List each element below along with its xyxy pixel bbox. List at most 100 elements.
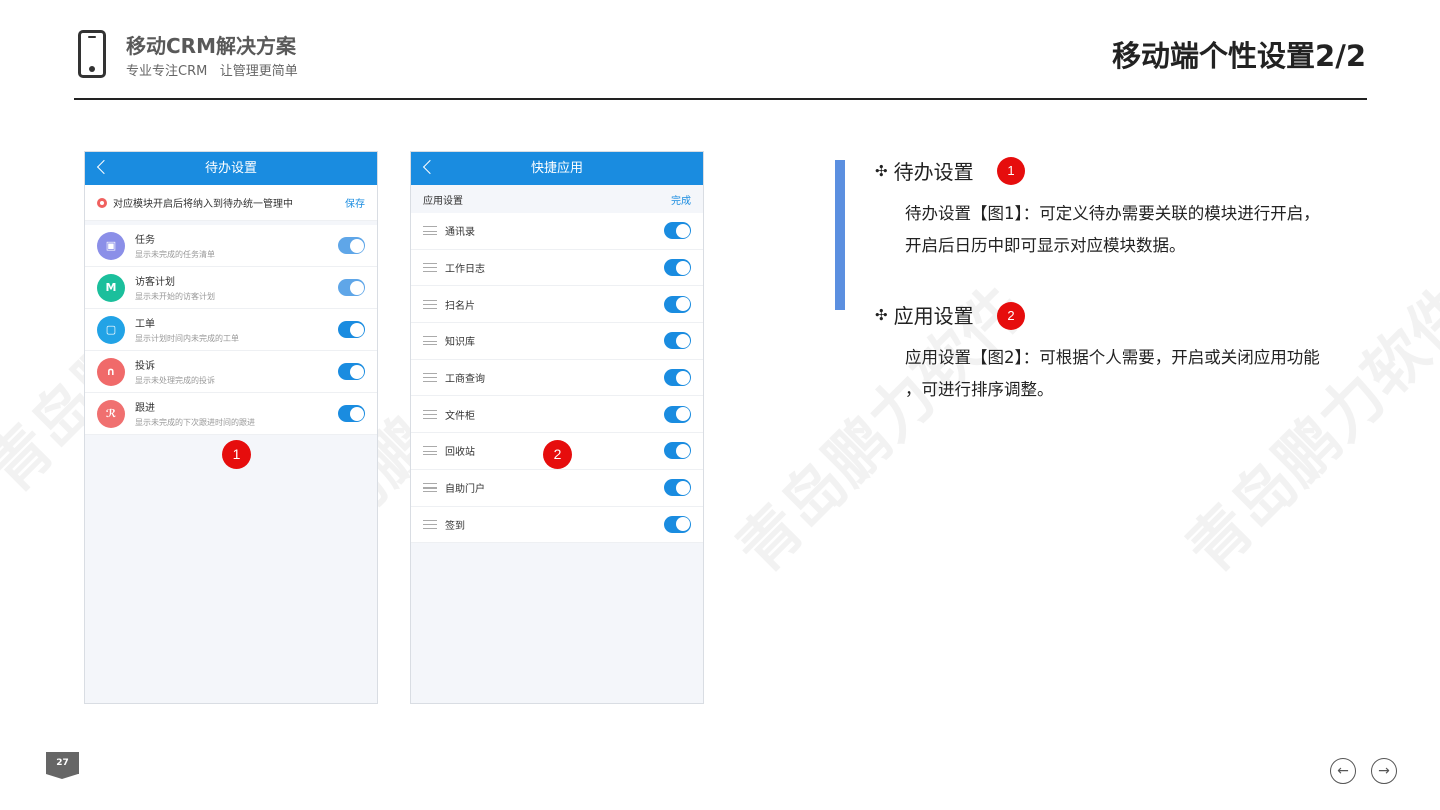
header-divider (74, 98, 1367, 100)
task-description: 显示未开始的访客计划 (135, 292, 215, 301)
drag-handle-icon[interactable] (423, 226, 437, 236)
app-name: 工商查询 (445, 374, 485, 386)
section-label: 应用设置 (423, 195, 463, 207)
module-toggle[interactable] (338, 363, 365, 380)
app-toggle[interactable] (664, 369, 691, 387)
app-toggle[interactable] (664, 259, 691, 277)
task-row: M 访客计划显示未开始的访客计划 (85, 267, 377, 309)
app-name: 工作日志 (445, 264, 485, 276)
task-list: ▣ 任务显示未完成的任务清单 M 访客计划显示未开始的访客计划 ▢ 工单显示计划时间内未完… (85, 225, 377, 435)
module-toggle[interactable] (338, 237, 365, 254)
app-toggle[interactable] (664, 515, 691, 533)
app-row: 文件柜 (411, 396, 703, 434)
task-name: 跟进 (135, 403, 155, 414)
runner-icon: ℛ (97, 399, 125, 428)
app-name: 知识库 (445, 337, 475, 349)
task-description: 显示未完成的任务清单 (135, 250, 215, 259)
body-line: 待办设置【图1】：可定义待办需要关联的模块进行开启， (905, 204, 1320, 223)
task-name: 访客计划 (135, 277, 175, 288)
drag-handle-icon[interactable] (423, 263, 437, 273)
quick-apps-screen: 快捷应用 应用设置 完成 通讯录 工作日志 扫名片 知识库 工商查询 文件柜 回收站 自助门户… (410, 151, 704, 704)
task-description: 显示未完成的下次跟进时间的跟进 (135, 418, 255, 427)
drag-handle-icon[interactable] (423, 373, 437, 383)
app-row: 通讯录 (411, 213, 703, 250)
section-badge-2: 2 (997, 302, 1025, 330)
back-icon[interactable] (422, 159, 438, 175)
todo-settings-screen: 待办设置 对应模块开启后将纳入到待办统一管理中 保存 ▣ 任务 显示未完成的任务清单… (84, 151, 378, 704)
app-row: 工商查询 (411, 359, 703, 397)
module-toggle[interactable] (338, 321, 365, 338)
brand-title: 移动CRM解决方案 (126, 34, 296, 58)
watermark: 青岛鹏力软件 (1172, 271, 1440, 587)
task-row: ▢ 工单显示计划时间内未完成的工单 (85, 309, 377, 351)
notice-bar: 对应模块开启后将纳入到待办统一管理中 保存 (85, 185, 377, 221)
four-arrows-icon: ✣ (875, 161, 888, 180)
section-title-text: 待办设置 (893, 160, 974, 184)
app-row: 扫名片 (411, 286, 703, 324)
app-list: 通讯录 工作日志 扫名片 知识库 工商查询 文件柜 回收站 自助门户 签到 (411, 213, 703, 544)
arrow-right-icon: → (1378, 763, 1390, 779)
arrow-left-icon: ← (1337, 763, 1349, 779)
app-toggle[interactable] (664, 442, 691, 460)
section-title-todo: ✣ 待办设置 (875, 156, 974, 185)
section-header: 应用设置 完成 (411, 185, 703, 213)
app-row: 知识库 (411, 323, 703, 360)
app-name: 通讯录 (445, 227, 475, 239)
drag-handle-icon[interactable] (423, 409, 437, 419)
phone-logo-icon (78, 30, 106, 78)
app-toggle[interactable] (664, 479, 691, 497)
page-number: 27 (46, 752, 79, 779)
task-row: ▣ 任务显示未完成的任务清单 (85, 225, 377, 267)
brand-subtitle: 专业专注CRM 让管理更简单 (126, 64, 298, 79)
prev-page-button[interactable]: ← (1330, 758, 1356, 784)
app-row: 自助门户 (411, 469, 703, 507)
app-name: 文件柜 (445, 410, 475, 422)
drag-handle-icon[interactable] (423, 446, 437, 456)
drag-handle-icon[interactable] (423, 336, 437, 346)
section-title-apps: ✣ 应用设置 (875, 300, 974, 329)
app-name: 自助门户 (445, 484, 485, 496)
section-body-todo: 待办设置【图1】：可定义待办需要关联的模块进行开启， 开启后日历中即可显示对应模… (905, 198, 1375, 262)
app-toggle[interactable] (664, 295, 691, 313)
app-row: 工作日志 (411, 249, 703, 287)
app-row: 签到 (411, 506, 703, 544)
next-page-button[interactable]: → (1371, 758, 1397, 784)
app-toggle[interactable] (664, 332, 691, 350)
figure-badge-1: 1 (222, 440, 251, 469)
screen-title: 快捷应用 (530, 161, 583, 176)
back-icon[interactable] (96, 159, 112, 175)
task-description: 显示计划时间内未完成的工单 (135, 334, 239, 343)
accent-bar (835, 160, 845, 310)
section-title-text: 应用设置 (893, 304, 974, 328)
app-name: 签到 (445, 520, 465, 532)
section-badge-1: 1 (997, 157, 1025, 185)
drag-handle-icon[interactable] (423, 519, 437, 529)
headset-icon: ∩ (97, 357, 125, 386)
app-toggle[interactable] (664, 405, 691, 423)
save-button[interactable]: 保存 (345, 195, 365, 210)
task-row: ℛ 跟进显示未完成的下次跟进时间的跟进 (85, 393, 377, 435)
app-toggle[interactable] (664, 222, 691, 240)
drag-handle-icon[interactable] (423, 483, 437, 493)
module-toggle[interactable] (338, 405, 365, 422)
task-name: 工单 (135, 319, 155, 330)
done-button[interactable]: 完成 (671, 192, 691, 207)
ticket-icon: ▢ (97, 315, 125, 344)
visitor-icon: M (97, 273, 125, 302)
task-description: 显示未处理完成的投诉 (135, 376, 215, 385)
four-arrows-icon: ✣ (875, 305, 888, 324)
body-line: 开启后日历中即可显示对应模块数据。 (905, 236, 1186, 255)
module-toggle[interactable] (338, 279, 365, 296)
app-name: 扫名片 (445, 300, 475, 312)
task-name: 任务 (135, 235, 155, 246)
body-line: 应用设置【图2】：可根据个人需要，开启或关闭应用功能 (905, 348, 1320, 367)
screen-header: 快捷应用 (411, 152, 703, 185)
task-row: ∩ 投诉显示未处理完成的投诉 (85, 351, 377, 393)
info-icon (97, 197, 107, 208)
calendar-icon: ▣ (97, 231, 125, 260)
drag-handle-icon[interactable] (423, 299, 437, 309)
section-body-apps: 应用设置【图2】：可根据个人需要，开启或关闭应用功能 ，可进行排序调整。 (905, 342, 1375, 406)
figure-badge-2: 2 (543, 440, 572, 469)
task-name: 投诉 (135, 361, 155, 372)
body-line: ，可进行排序调整。 (905, 380, 1054, 399)
